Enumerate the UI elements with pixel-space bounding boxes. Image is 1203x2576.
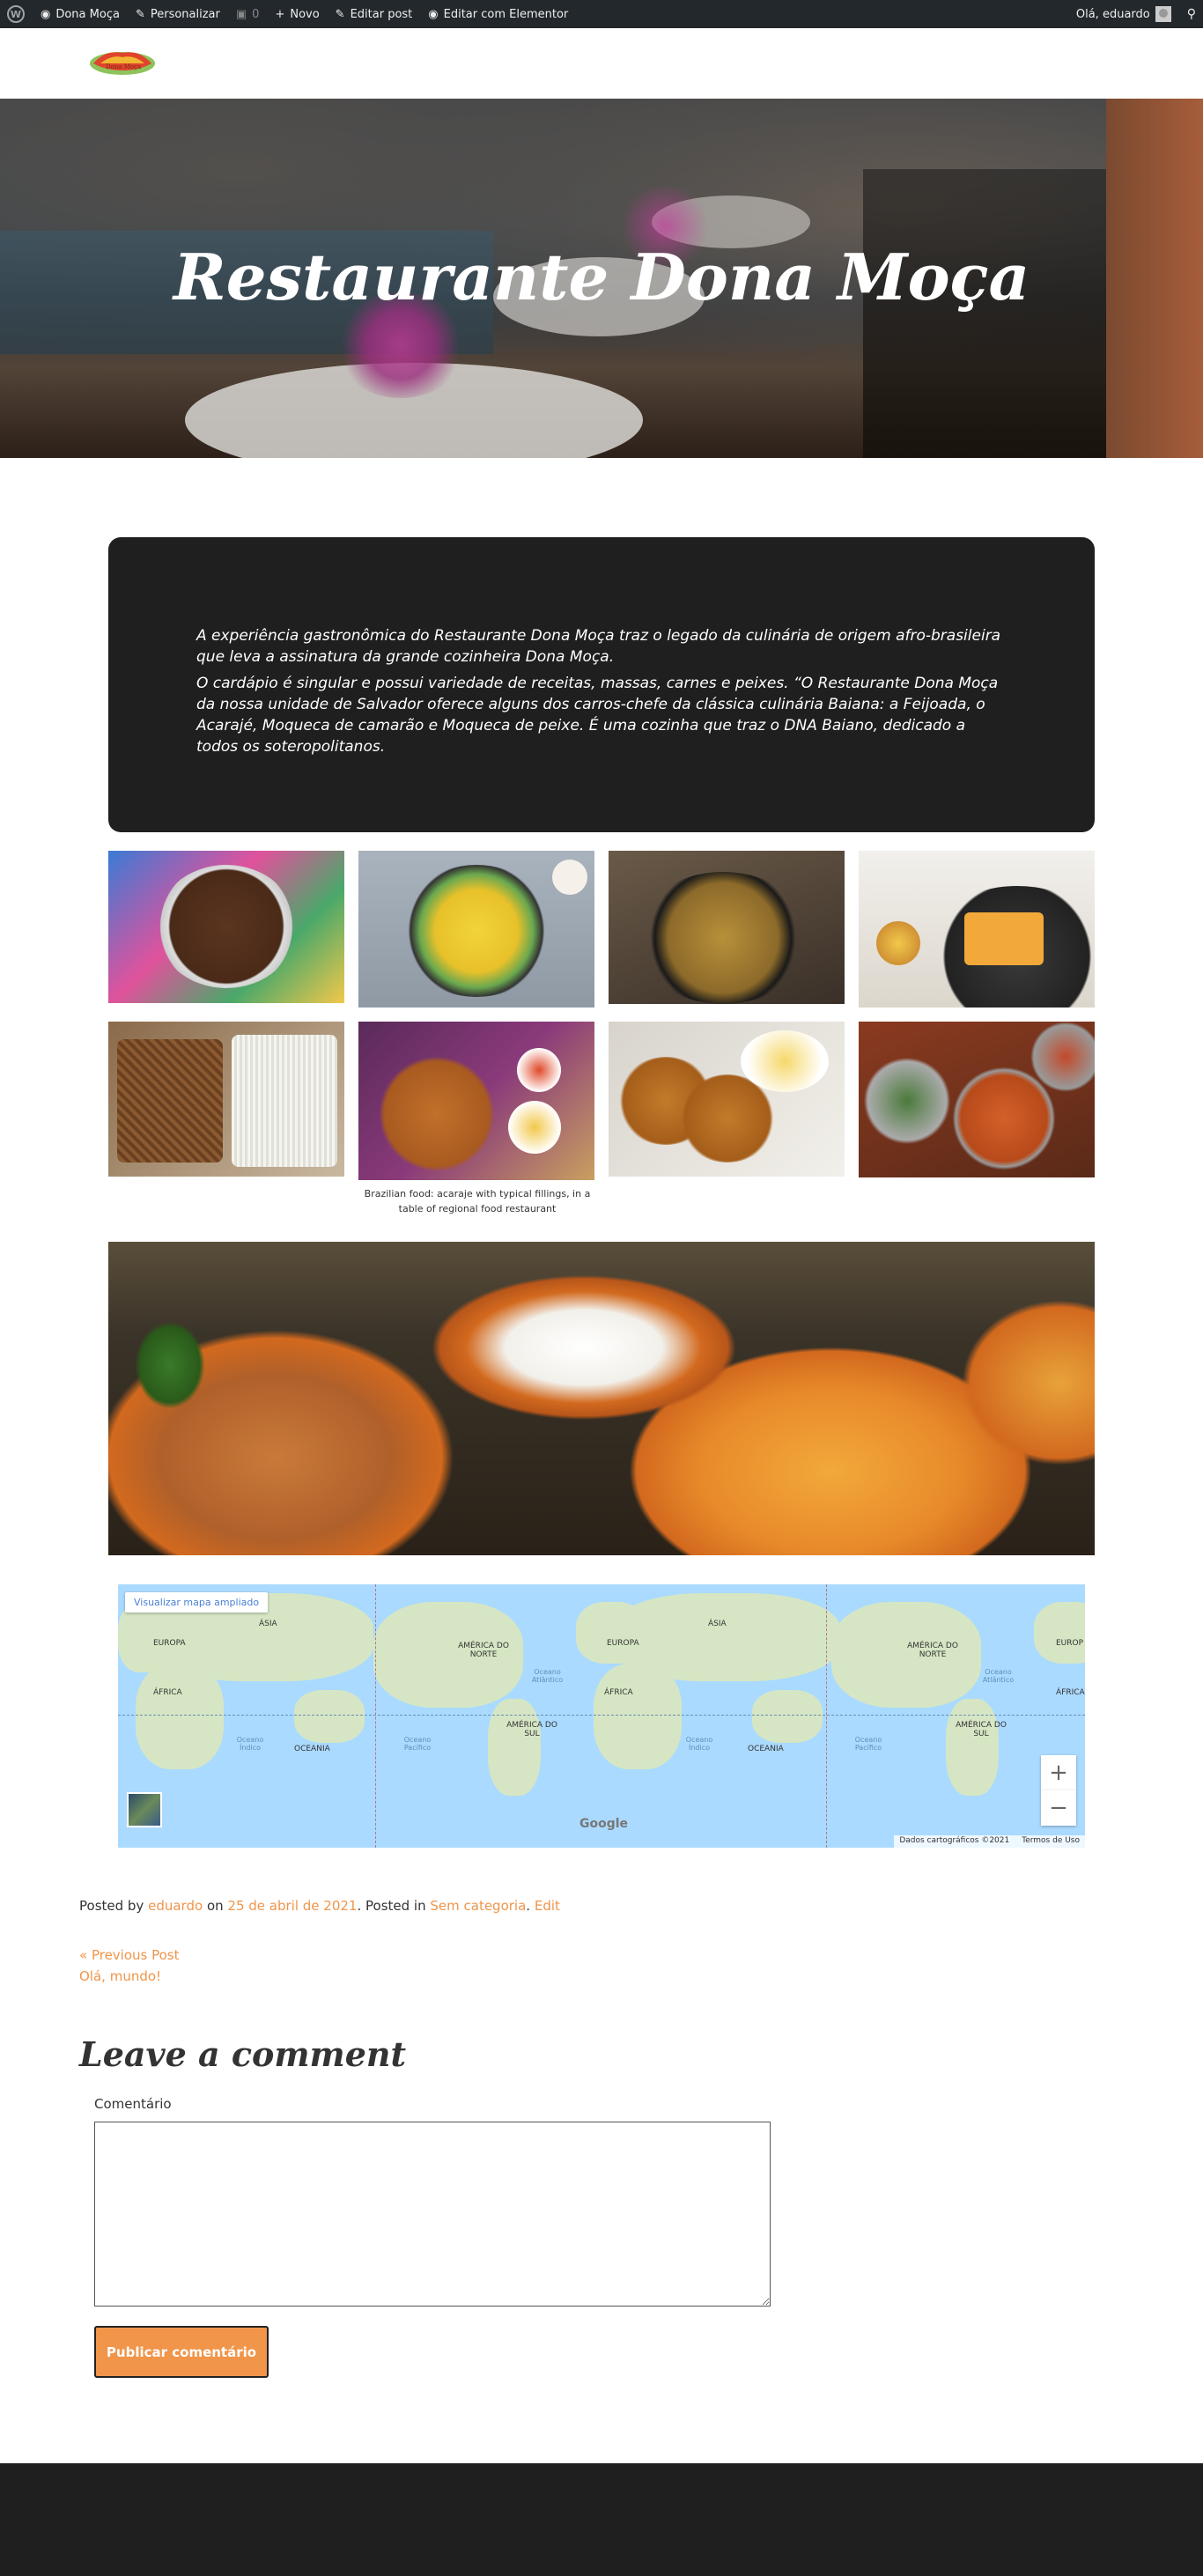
map-label-south-america: AMÉRICA DO SUL — [506, 1721, 557, 1738]
map-label-africa: ÁFRICA — [1056, 1688, 1085, 1697]
map-label-south-america: AMÉRICA DO SUL — [956, 1721, 1007, 1738]
comment-icon: ▣ — [235, 7, 247, 21]
site-name-label: Dona Moça — [55, 7, 120, 21]
date-link[interactable]: 25 de abril de 2021 — [227, 1898, 357, 1914]
map-label-atlantic-ocean: Oceano Atlântico — [982, 1668, 1015, 1684]
admin-edit-post[interactable]: ✎ Editar post — [336, 8, 413, 21]
satellite-toggle[interactable] — [127, 1792, 162, 1827]
submit-comment-button[interactable]: Publicar comentário — [94, 2326, 269, 2378]
elementor-icon: ◉ — [428, 7, 439, 21]
admin-comments[interactable]: ▣ 0 — [236, 8, 260, 21]
map-label-indian-ocean: Oceano Índico — [685, 1736, 713, 1752]
customize-label: Personalizar — [150, 7, 220, 21]
map-label-north-america: AMÉRICA DO NORTE — [907, 1642, 958, 1659]
admin-bar-right: Olá, eduardo ⚲ — [1076, 6, 1196, 22]
map-label-pacific-ocean: Oceano Pacífico — [403, 1736, 432, 1752]
edit-post-label: Editar post — [350, 7, 413, 21]
intro-paragraph-2: O cardápio é singular e possui variedade… — [196, 675, 999, 756]
gallery-image[interactable] — [358, 1022, 594, 1180]
admin-new[interactable]: + Novo — [275, 8, 319, 21]
plus-icon: + — [275, 7, 285, 21]
brush-icon: ✎ — [135, 7, 145, 21]
map-label-north-america: AMÉRICA DO NORTE — [458, 1642, 509, 1659]
gallery-image[interactable] — [358, 851, 594, 1008]
comments-count: 0 — [252, 7, 260, 21]
gallery-image[interactable] — [108, 1022, 344, 1177]
author-link[interactable]: eduardo — [148, 1898, 203, 1914]
map-label-asia: ÁSIA — [259, 1620, 277, 1628]
admin-bar: W ◉ Dona Moça ✎ Personalizar ▣ 0 + Novo … — [0, 0, 1203, 28]
wordpress-logo-icon[interactable]: W — [7, 5, 25, 23]
google-logo: Google — [579, 1817, 629, 1831]
edit-elementor-label: Editar com Elementor — [443, 7, 569, 21]
hero-banner: Restaurante Dona Moça — [0, 99, 1203, 458]
map-label-oceania: OCEANIA — [294, 1745, 330, 1753]
map-label-africa: ÁFRICA — [604, 1688, 633, 1697]
intro-box: A experiência gastronômica do Restaurant… — [108, 537, 1095, 832]
gallery-image[interactable] — [609, 851, 845, 1004]
admin-site-name[interactable]: ◉ Dona Moça — [41, 8, 120, 21]
pencil-icon: ✎ — [335, 7, 345, 21]
map-terms-link[interactable]: Termos de Uso — [1022, 1836, 1080, 1847]
new-label: Novo — [290, 7, 320, 21]
dashboard-icon: ◉ — [41, 7, 51, 21]
logo-text: Dona Moça — [106, 63, 142, 70]
gallery-caption: Brazilian food: acaraje with typical fil… — [364, 1188, 591, 1214]
map-label-pacific-ocean: Oceano Pacífico — [854, 1736, 882, 1752]
intro-paragraph-1: A experiência gastronômica do Restaurant… — [196, 627, 1001, 666]
on-text: on — [206, 1898, 224, 1914]
page-title: Restaurante Dona Moça — [173, 240, 1030, 314]
edit-link[interactable]: Edit — [535, 1898, 560, 1914]
map-label-europe: EUROP — [1056, 1639, 1084, 1648]
featured-food-image — [108, 1242, 1095, 1555]
map-label-oceania: OCEANIA — [748, 1745, 784, 1753]
google-map[interactable]: EUROPA ÁSIA ÁFRICA AMÉRICA DO NORTE AMÉR… — [118, 1584, 1085, 1848]
posted-by-text: Posted by — [79, 1898, 144, 1914]
admin-bar-left: W ◉ Dona Moça ✎ Personalizar ▣ 0 + Novo … — [7, 5, 568, 23]
map-data-credit: Dados cartográficos ©2021 — [899, 1836, 1010, 1845]
map-footer: Dados cartográficos ©2021 Termos de Uso — [894, 1835, 1085, 1848]
admin-customize[interactable]: ✎ Personalizar — [136, 8, 220, 21]
comment-heading: Leave a comment — [79, 2034, 407, 2074]
zoom-out-button[interactable]: − — [1041, 1790, 1076, 1826]
greeting-label: Olá, eduardo — [1075, 7, 1150, 21]
comment-field-label: Comentário — [94, 2096, 172, 2112]
dot-text: . — [526, 1898, 531, 1914]
post-meta: Posted by eduardo on 25 de abril de 2021… — [79, 1898, 560, 1914]
admin-edit-elementor[interactable]: ◉ Editar com Elementor — [428, 8, 568, 21]
gallery-image[interactable] — [859, 1022, 1095, 1177]
gallery-image[interactable] — [859, 851, 1095, 1008]
previous-post-link[interactable]: « Previous Post — [79, 1947, 180, 1963]
comment-textarea[interactable] — [94, 2122, 771, 2307]
map-label-africa: ÁFRICA — [153, 1688, 182, 1697]
previous-post-title-link[interactable]: Olá, mundo! — [79, 1968, 161, 1984]
view-larger-map-link[interactable]: Visualizar mapa ampliado — [125, 1592, 269, 1613]
admin-account[interactable]: Olá, eduardo — [1076, 6, 1171, 22]
site-footer — [0, 2463, 1203, 2576]
map-label-indian-ocean: Oceano Índico — [236, 1736, 264, 1752]
map-label-atlantic-ocean: Oceano Atlântico — [531, 1668, 564, 1684]
map-label-europe: EUROPA — [607, 1639, 639, 1648]
search-icon[interactable]: ⚲ — [1187, 7, 1196, 21]
gallery-image[interactable] — [108, 851, 344, 1003]
avatar — [1155, 6, 1171, 22]
site-header: Dona Moça — [0, 28, 1203, 99]
category-link[interactable]: Sem categoria — [430, 1898, 526, 1914]
zoom-in-button[interactable]: + — [1041, 1755, 1076, 1790]
site-logo[interactable]: Dona Moça — [88, 46, 157, 78]
map-label-europe: EUROPA — [153, 1639, 186, 1648]
gallery-image[interactable] — [609, 1022, 845, 1177]
posted-in-text: . Posted in — [357, 1898, 426, 1914]
map-label-asia: ÁSIA — [708, 1620, 727, 1628]
